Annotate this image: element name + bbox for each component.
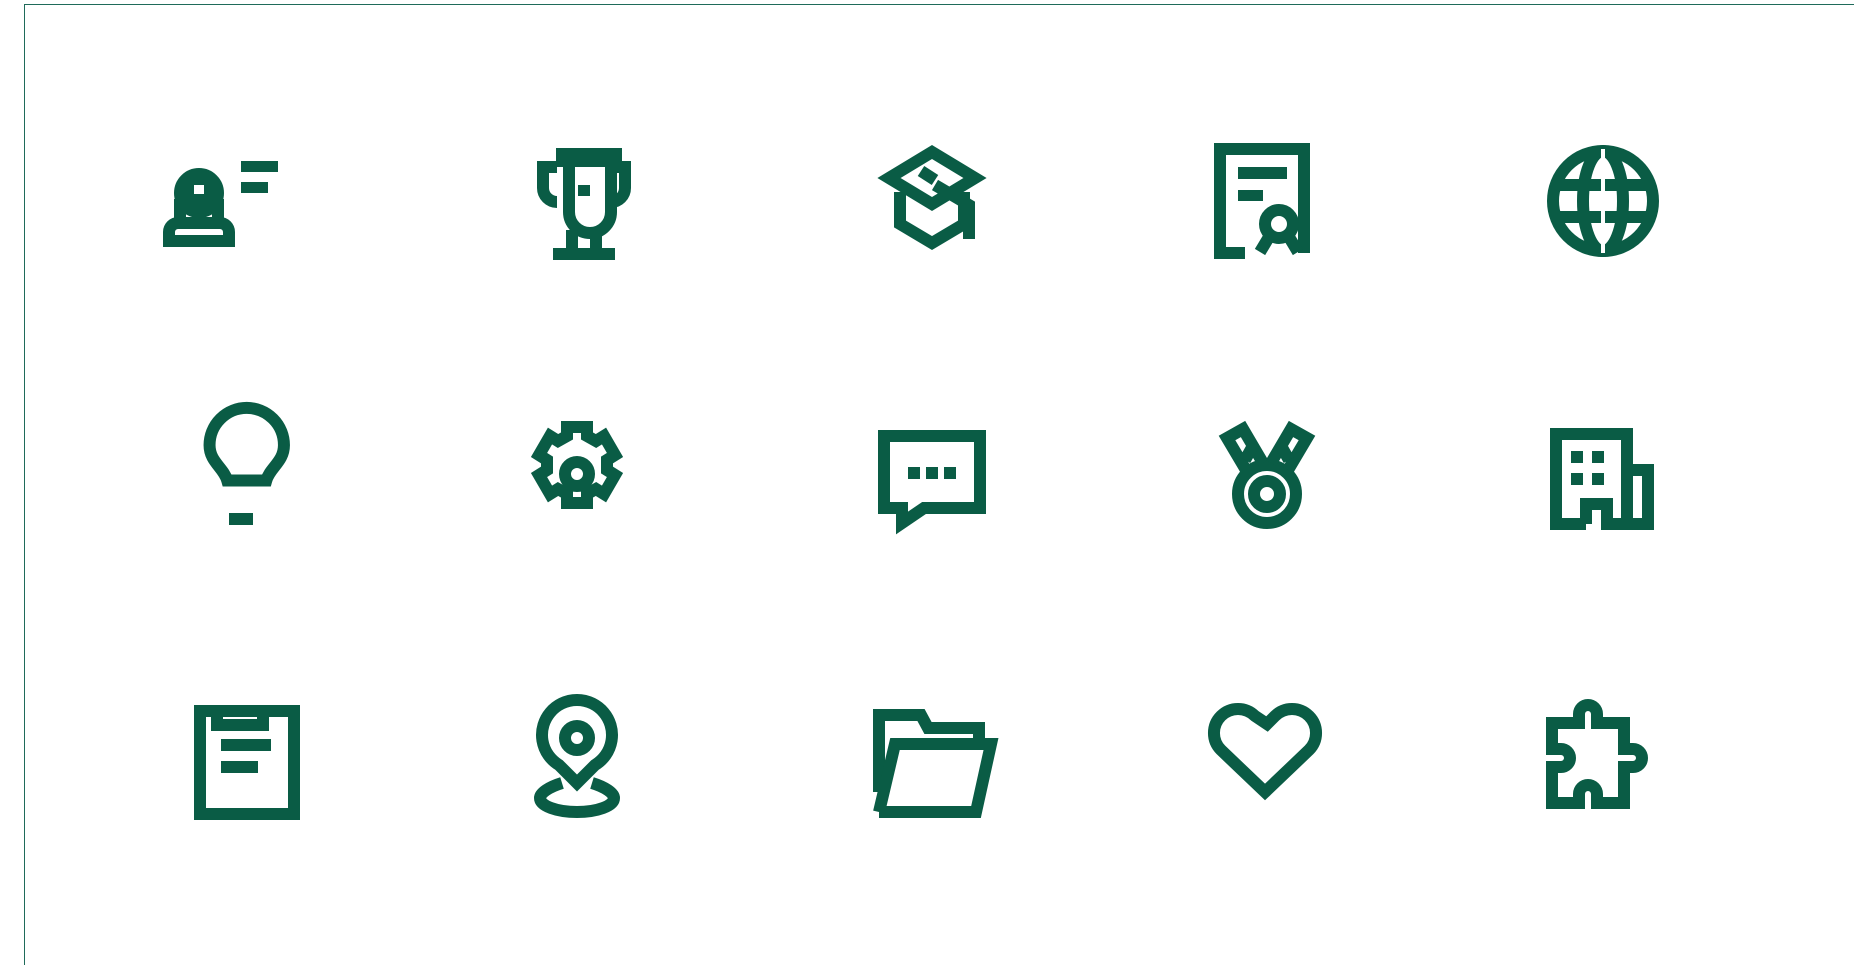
medal-icon	[1197, 418, 1337, 558]
document-icon	[177, 695, 317, 835]
trophy-icon	[519, 145, 659, 285]
chat-bubble-icon	[862, 418, 1002, 558]
heart-icon	[1197, 695, 1337, 835]
certificate-icon	[1197, 145, 1337, 285]
presenter-icon	[159, 145, 299, 285]
globe-icon	[1533, 145, 1673, 285]
office-building-icon	[1533, 418, 1673, 558]
puzzle-piece-icon	[1533, 695, 1673, 835]
gear-icon	[507, 418, 647, 558]
location-pin-icon	[507, 695, 647, 835]
open-folder-icon	[862, 695, 1002, 835]
lightbulb-icon	[177, 418, 317, 558]
icon-grid-canvas	[24, 4, 1854, 965]
graduation-cap-icon	[862, 145, 1002, 285]
